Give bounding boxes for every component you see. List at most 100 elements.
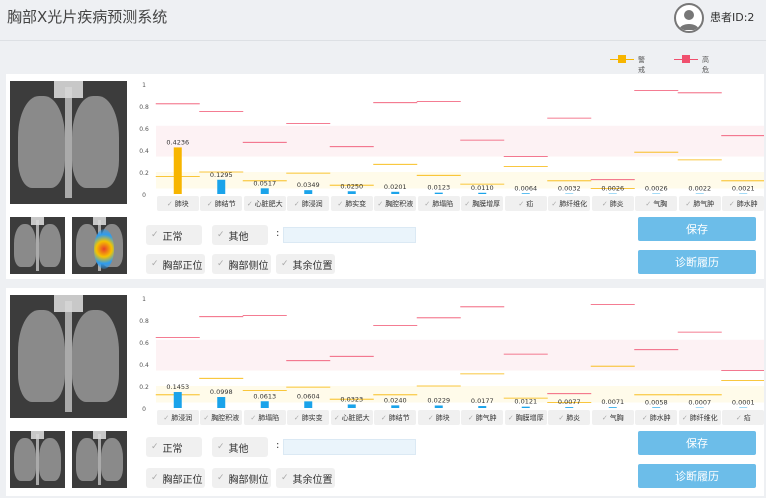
probability-bar (478, 192, 487, 194)
disease-category-chip[interactable]: ✓ 肺块 (156, 196, 199, 211)
bar-value-label: 0.0613 (253, 392, 276, 400)
disease-category-chip[interactable]: ✓ 胸膜增厚 (461, 196, 504, 211)
bar-value-label: 0.0110 (471, 184, 494, 192)
disease-category-chip[interactable]: ✓ 肺塌陷 (243, 410, 286, 425)
disease-category-chip[interactable]: ✓ 心脏肥大 (330, 410, 373, 425)
lateral-position-checkbox[interactable]: ✓ 胸部侧位 (212, 254, 271, 274)
check-icon: ✓ (293, 199, 300, 208)
save-button[interactable]: 保存 (638, 217, 756, 241)
xray-thumbnail-2[interactable] (72, 431, 127, 488)
bar-value-label: 0.0604 (297, 392, 320, 400)
disease-category-chip[interactable]: ✓ 肺结节 (200, 196, 243, 211)
other-position-checkbox[interactable]: ✓ 其余位置 (276, 468, 335, 488)
check-icon: ✓ (166, 199, 173, 208)
disease-category-chip[interactable]: ✓ 肺水肿 (722, 196, 765, 211)
disease-category-chip[interactable]: ✓ 肺浸润 (156, 410, 199, 425)
bar-value-label: 0.0323 (340, 395, 363, 403)
disease-category-label: 肺实变 (301, 413, 323, 422)
disease-category-chip[interactable]: ✓ 气胸 (591, 410, 634, 425)
bar-value-label: 0.0177 (471, 397, 494, 405)
other-label: 其他 (228, 443, 249, 455)
check-icon: ✓ (601, 199, 608, 208)
disease-category-label: 肺浸润 (171, 413, 193, 422)
disease-category-chip[interactable]: ✓ 肺实变 (287, 410, 330, 425)
xray-thumbnail[interactable] (10, 431, 65, 488)
disease-category-chip[interactable]: ✓ 肺纤维化 (678, 410, 721, 425)
probability-bar (391, 191, 400, 194)
disease-category-chip[interactable]: ✓ 肺浸润 (287, 196, 330, 211)
check-icon: ✓ (250, 413, 257, 422)
probability-bar (260, 401, 269, 408)
disease-category-chip[interactable]: ✓ 疝 (722, 410, 765, 425)
save-button[interactable]: 保存 (638, 431, 756, 455)
probability-bar (608, 407, 617, 408)
disease-category-chip[interactable]: ✓ 肺实变 (330, 196, 373, 211)
other-position-label: 其余位置 (292, 260, 333, 272)
disease-category-chip[interactable]: ✓ 胸腔积液 (374, 196, 417, 211)
disease-category-chip[interactable]: ✓ 胸腔积液 (200, 410, 243, 425)
disease-category-chip[interactable]: ✓ 肺气肿 (461, 410, 504, 425)
disease-category-chip[interactable]: ✓ 肺结节 (374, 410, 417, 425)
disease-category-chip[interactable]: ✓ 肺块 (417, 410, 460, 425)
check-icon: ✓ (151, 442, 159, 452)
bar-value-label: 0.0032 (558, 185, 581, 193)
warning-zone-band (156, 172, 764, 189)
disease-category-chip[interactable]: ✓ 肺纤维化 (548, 196, 591, 211)
bar-value-label: 0.0517 (253, 179, 276, 187)
bar-value-label: 0.0021 (732, 185, 755, 193)
bar-value-label: 0.0123 (427, 184, 450, 192)
disease-category-chip[interactable]: ✓ 肺水肿 (635, 410, 678, 425)
y-tick-label: 0.4 (139, 148, 149, 155)
bar-value-label: 0.0229 (427, 396, 450, 404)
other-label: 其他 (228, 231, 249, 243)
other-checkbox[interactable]: ✓ 其他 (212, 437, 268, 457)
notes-input[interactable] (283, 439, 416, 455)
disease-category-label: 肺结节 (214, 199, 236, 208)
lateral-position-label: 胸部侧位 (228, 260, 269, 272)
check-icon: ✓ (558, 413, 565, 422)
normal-checkbox[interactable]: ✓ 正常 (146, 437, 202, 457)
heatmap-thumbnail[interactable] (72, 217, 127, 274)
disease-category-chip[interactable]: ✓ 肺塌陷 (417, 196, 460, 211)
frontal-position-checkbox[interactable]: ✓ 胸部正位 (146, 468, 205, 488)
disease-category-chip[interactable]: ✓ 胸膜增厚 (504, 410, 547, 425)
check-icon: ✓ (380, 413, 387, 422)
avatar[interactable] (674, 3, 704, 33)
probability-bar (521, 406, 530, 408)
disease-category-label: 胸腔积液 (211, 413, 240, 422)
bar-value-label: 0.0007 (688, 399, 711, 407)
disease-category-chip[interactable]: ✓ 心脏肥大 (243, 196, 286, 211)
lateral-position-checkbox[interactable]: ✓ 胸部侧位 (212, 468, 271, 488)
check-icon: ✓ (641, 413, 648, 422)
y-tick-label: 0.2 (139, 384, 149, 391)
other-checkbox[interactable]: ✓ 其他 (212, 225, 268, 245)
other-position-checkbox[interactable]: ✓ 其余位置 (276, 254, 335, 274)
normal-checkbox[interactable]: ✓ 正常 (146, 225, 202, 245)
disease-category-label: 疝 (743, 413, 751, 422)
check-icon: ✓ (217, 230, 225, 240)
main-xray-image[interactable] (10, 295, 127, 418)
check-icon: ✓ (333, 413, 340, 422)
bar-value-label: 0.4236 (166, 138, 189, 146)
diagnosis-history-button[interactable]: 诊断履历 (638, 464, 756, 488)
disease-category-chip[interactable]: ✓ 肺气肿 (678, 196, 721, 211)
check-icon: ✓ (681, 413, 688, 422)
diagnosis-history-button[interactable]: 诊断履历 (638, 250, 756, 274)
frontal-position-checkbox[interactable]: ✓ 胸部正位 (146, 254, 205, 274)
xray-thumbnail[interactable] (10, 217, 65, 274)
disease-category-chip[interactable]: ✓ 肺炎 (548, 410, 591, 425)
disease-category-chip[interactable]: ✓ 疝 (504, 196, 547, 211)
check-icon: ✓ (464, 199, 471, 208)
bar-value-label: 0.0071 (601, 398, 624, 406)
normal-label: 正常 (162, 443, 183, 455)
notes-input[interactable] (283, 227, 416, 243)
probability-bar (173, 392, 182, 408)
disease-category-chip[interactable]: ✓ 肺炎 (591, 196, 634, 211)
disease-category-label: 肺气肿 (693, 199, 715, 208)
check-icon: ✓ (217, 473, 225, 483)
main-xray-image[interactable] (10, 81, 127, 204)
disease-category-chip[interactable]: ✓ 气胸 (635, 196, 678, 211)
bar-value-label: 0.0121 (514, 398, 537, 406)
chart-svg: 1 0.8 0.6 0.4 0.2 0 0.1453 0.0998 0.0613 0.0604 0.… (139, 296, 764, 413)
probability-bar (347, 404, 356, 408)
